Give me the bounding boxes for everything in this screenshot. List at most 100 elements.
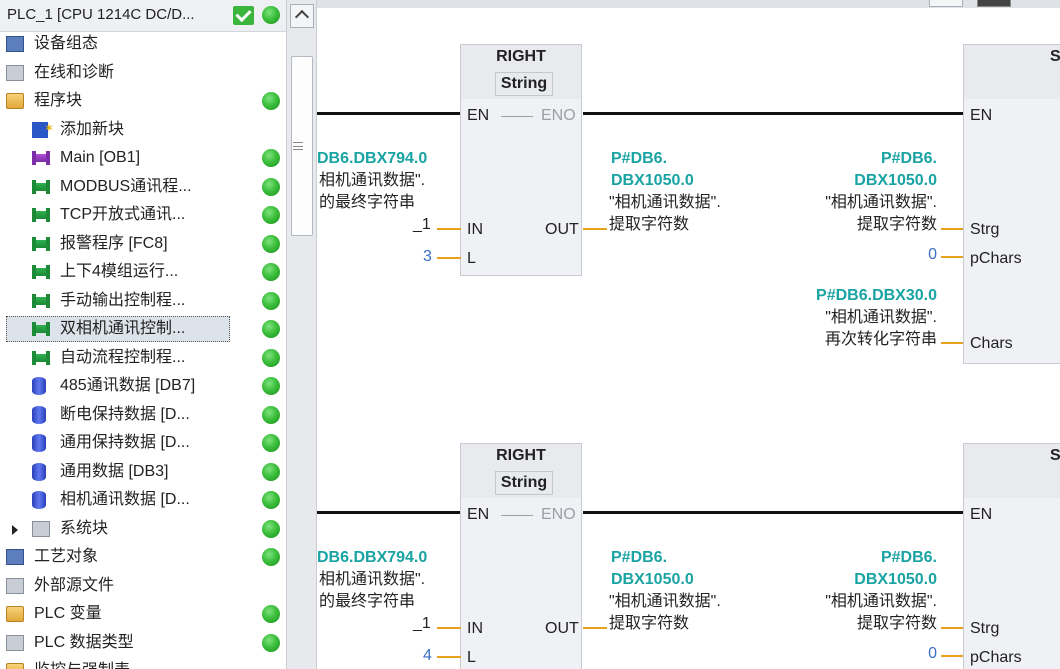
power-rail [317, 511, 460, 514]
status-ok-icon [262, 348, 280, 367]
block-title: S [1050, 48, 1060, 65]
pchars-wire [941, 256, 963, 258]
strg-operand-name[interactable]: "相机通讯数据". [797, 192, 937, 214]
pin-strg: Strg [970, 620, 1000, 637]
out-operand-name[interactable]: "相机通讯数据". [609, 192, 721, 214]
fb-block-icon [32, 350, 50, 365]
in-operand-address[interactable]: DB6.DBX794.0 [317, 148, 427, 170]
tree-item[interactable]: 工艺对象 [0, 543, 288, 571]
plc-title: PLC_1 [CPU 1214C DC/D... [7, 6, 195, 23]
out-operand-address[interactable]: P#DB6. [611, 547, 667, 569]
chars-operand-name[interactable]: 再次转化字符串 [797, 329, 937, 351]
scroll-up-button[interactable] [290, 4, 314, 28]
chars-operand-name[interactable]: "相机通讯数据". [797, 307, 937, 329]
consistency-check-icon [233, 6, 254, 25]
s-block[interactable]: S EN Strg pChars [963, 443, 1060, 669]
tree-item[interactable]: 添加新块 [0, 114, 288, 144]
db-icon [32, 491, 46, 509]
tree-item-label: 手动输出控制程... [60, 291, 186, 309]
tree-item[interactable]: 监控与强制表 [0, 657, 288, 669]
tree-item[interactable]: 程序块 [0, 87, 288, 115]
tree-item[interactable]: 相机通讯数据 [D... [0, 486, 288, 514]
chars-operand-address[interactable]: P#DB6.DBX30.0 [787, 285, 937, 307]
tree-item-label: 通用保持数据 [D... [60, 434, 190, 451]
tree-item[interactable]: 在线和诊断 [0, 59, 288, 87]
online-diagnostics-icon [6, 64, 24, 81]
tree-item[interactable]: TCP开放式通讯... [0, 201, 288, 229]
strg-operand-name[interactable]: "相机通讯数据". [797, 591, 937, 613]
tree-item-label: 报警程序 [FC8] [60, 234, 168, 252]
tree-item[interactable]: Main [OB1] [0, 144, 288, 172]
pin-in: IN [467, 620, 483, 637]
tree-item-label: 上下4模组运行... [60, 263, 179, 280]
block-type[interactable]: String [495, 471, 553, 495]
tree-item[interactable]: 上下4模组运行... [0, 258, 288, 286]
tree-item[interactable]: 通用保持数据 [D... [0, 429, 288, 457]
tree-item[interactable]: 通用数据 [DB3] [0, 458, 288, 486]
status-ok-icon [262, 263, 280, 281]
tree-item[interactable]: MODBUS通讯程... [0, 173, 288, 201]
status-ok-icon [262, 519, 280, 538]
l-value[interactable]: 4 [423, 645, 432, 667]
in-operand-name[interactable]: 相机通讯数据". [319, 170, 425, 192]
l-wire [437, 656, 461, 658]
pchars-value[interactable]: 0 [897, 643, 937, 665]
in-operand-name[interactable]: 的最终字符串 [319, 192, 415, 214]
tree-item[interactable]: PLC 变量 [0, 600, 288, 628]
network-1: RIGHT String EN ENO IN OUT L DB6.DBX794.… [317, 0, 1060, 380]
tree-item[interactable]: 设备组态 [0, 30, 288, 58]
block-type[interactable]: String [495, 72, 553, 96]
tree-item[interactable]: 外部源文件 [0, 572, 288, 600]
expand-arrow-icon[interactable] [12, 524, 18, 535]
in-operand-name[interactable]: 相机通讯数据". [319, 569, 425, 591]
fb-block-icon [32, 179, 50, 194]
strg-operand-address[interactable]: P#DB6. [837, 148, 937, 170]
tree-item-label: Main [OB1] [60, 149, 141, 166]
tree-item[interactable]: 手动输出控制程... [0, 287, 288, 315]
strg-operand-address[interactable]: DBX1050.0 [817, 569, 937, 591]
pin-l: L [467, 250, 476, 267]
tree-scrollbar[interactable] [286, 0, 316, 669]
pchars-value[interactable]: 0 [897, 244, 937, 266]
out-operand-name[interactable]: 提取字符数 [609, 613, 689, 635]
tree-header[interactable]: PLC_1 [CPU 1214C DC/D... [0, 0, 288, 32]
right-block[interactable]: RIGHT String EN ENO IN OUT L [460, 443, 582, 669]
tree-item-label: 相机通讯数据 [D... [60, 491, 190, 508]
out-operand-name[interactable]: 提取字符数 [609, 214, 689, 236]
pin-eno: ENO [541, 107, 576, 124]
s-block[interactable]: S EN Strg pChars Chars [963, 44, 1060, 364]
fb-block-icon [32, 265, 50, 279]
out-operand-address[interactable]: DBX1050.0 [611, 569, 694, 591]
tree-item[interactable]: 自动流程控制程... [0, 344, 288, 372]
ob-block-icon [32, 151, 50, 165]
fb-block-icon [32, 293, 50, 308]
strg-operand-address[interactable]: P#DB6. [837, 547, 937, 569]
db-icon [32, 405, 46, 424]
out-operand-name[interactable]: "相机通讯数据". [609, 591, 721, 613]
in-symbol: _1 [413, 216, 431, 233]
plc-datatype-icon [6, 634, 24, 651]
tree-item[interactable]: 报警程序 [FC8] [0, 230, 288, 258]
strg-operand-name[interactable]: 提取字符数 [817, 613, 937, 635]
folder-icon [6, 93, 24, 109]
right-block[interactable]: RIGHT String EN ENO IN OUT L [460, 44, 582, 276]
strg-operand-address[interactable]: DBX1050.0 [817, 170, 937, 192]
system-blocks-icon [32, 520, 50, 537]
in-operand-address[interactable]: DB6.DBX794.0 [317, 547, 427, 569]
l-value[interactable]: 3 [423, 246, 432, 268]
ladder-editor[interactable]: RIGHT String EN ENO IN OUT L DB6.DBX794.… [316, 0, 1060, 669]
tree-item[interactable]: 485通讯数据 [DB7] [0, 372, 288, 400]
tree-item[interactable]: 系统块 [0, 515, 288, 543]
tree-item[interactable]: 断电保持数据 [D... [0, 401, 288, 429]
tree-item[interactable]: PLC 数据类型 [0, 629, 288, 657]
watch-table-icon [6, 663, 24, 669]
out-operand-address[interactable]: P#DB6. [611, 148, 667, 170]
out-operand-address[interactable]: DBX1050.0 [611, 170, 694, 192]
pin-eno: ENO [541, 506, 576, 523]
tree-item-label: 断电保持数据 [D... [60, 405, 190, 423]
status-ok-icon [262, 633, 280, 652]
tree-item[interactable]: 双相机通讯控制... [0, 315, 288, 343]
pin-l: L [467, 649, 476, 666]
strg-operand-name[interactable]: 提取字符数 [817, 214, 937, 236]
in-operand-name[interactable]: 的最终字符串 [319, 591, 415, 613]
